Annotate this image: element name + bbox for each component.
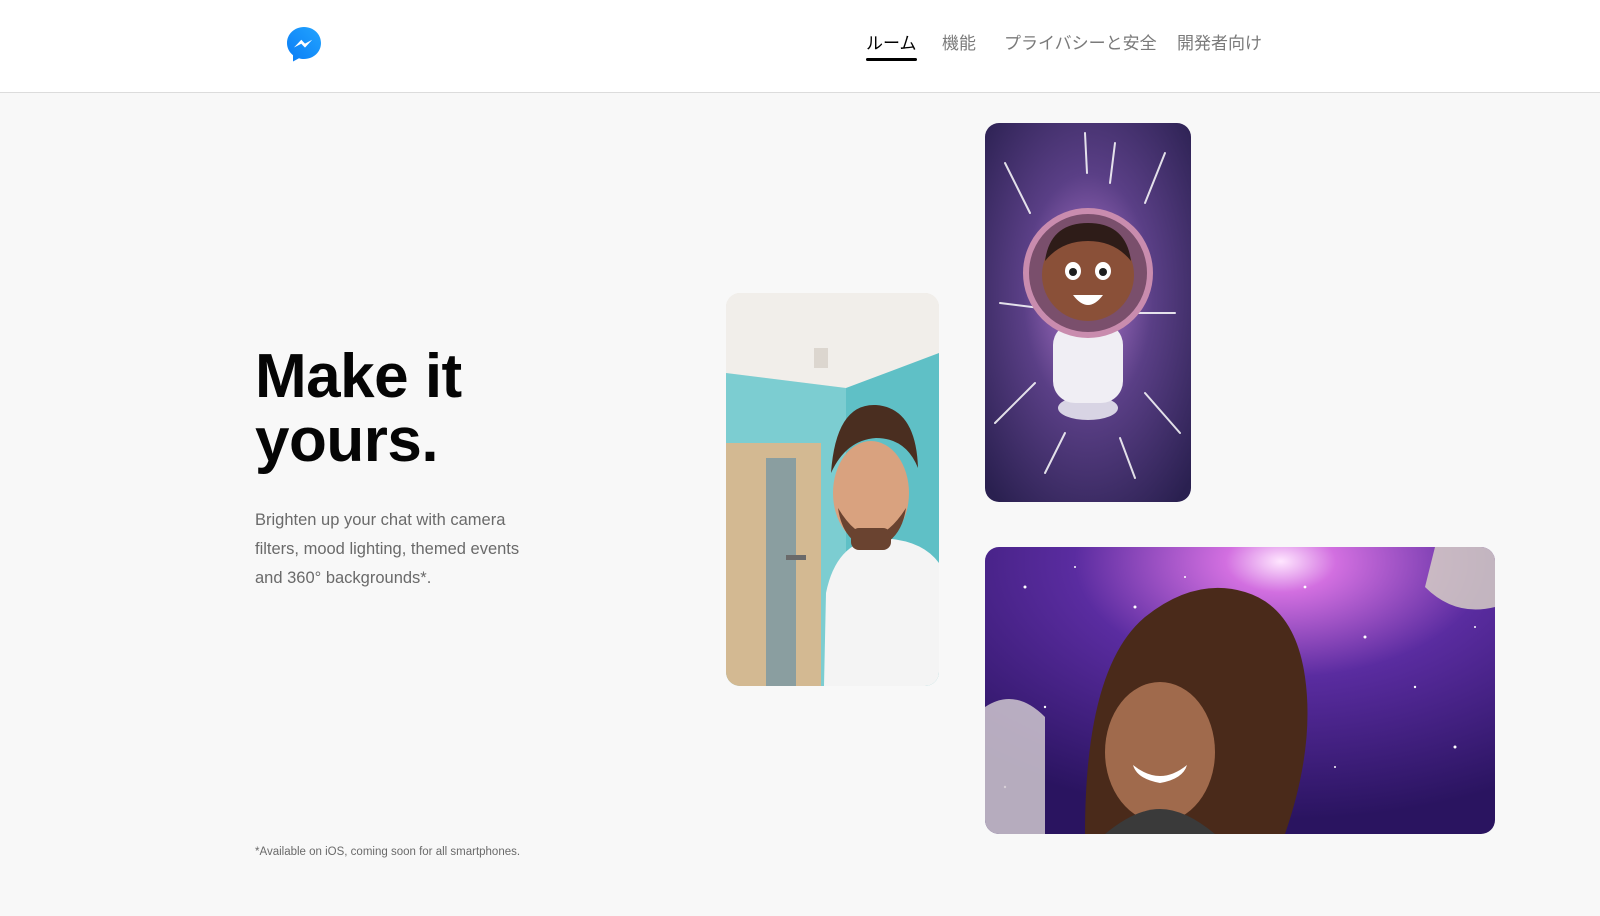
- nav-item-features[interactable]: 機能: [942, 32, 976, 56]
- top-navigation-bar: ルーム 機能 プライバシーと安全 開発者向け: [0, 0, 1600, 93]
- nav-item-developers[interactable]: 開発者向け: [1177, 32, 1262, 56]
- nav-item-privacy-safety[interactable]: プライバシーと安全: [1004, 32, 1157, 56]
- messenger-logo-icon[interactable]: [285, 25, 323, 63]
- astronaut-avatar-image: [985, 123, 1191, 502]
- hero-headline-line1: Make it: [255, 342, 462, 411]
- hero-headline: Make it yours.: [255, 345, 575, 473]
- hero-headline-line2: yours.: [255, 406, 439, 475]
- nav-item-rooms[interactable]: ルーム: [866, 32, 917, 61]
- availability-footnote: *Available on iOS, coming soon for all s…: [255, 846, 521, 858]
- man-video-call-image: [726, 293, 939, 686]
- hero-description: Brighten up your chat with camera filter…: [255, 511, 520, 587]
- woman-galaxy-background-image: [985, 547, 1495, 834]
